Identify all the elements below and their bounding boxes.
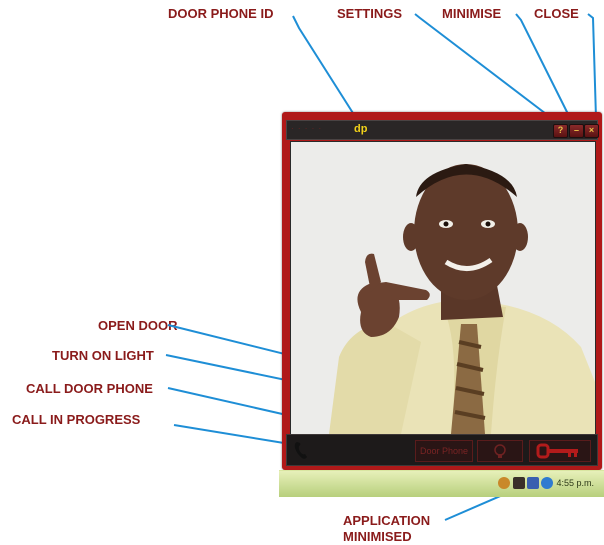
close-button[interactable]: ×: [584, 124, 599, 138]
line-settings: [414, 13, 555, 121]
callout-call-in-progress: CALL IN PROGRESS: [12, 412, 141, 427]
globe-tray-icon[interactable]: [541, 477, 553, 489]
phone-handset-icon: [294, 442, 307, 459]
callout-call-door-phone: CALL DOOR PHONE: [26, 381, 153, 396]
callout-open-door: OPEN DOOR: [98, 318, 178, 333]
door-phone-tray-icon[interactable]: [513, 477, 525, 489]
callout-settings: SETTINGS: [337, 6, 403, 21]
line-door-phone-id: [292, 15, 359, 122]
call-status-indicator[interactable]: [293, 440, 311, 460]
video-feed: [290, 141, 596, 435]
expand-tray-icon[interactable]: [498, 477, 510, 489]
turn-on-light-button[interactable]: [477, 440, 523, 462]
network-tray-icon[interactable]: [527, 477, 539, 489]
taskbar: 4:55 p.m.: [279, 470, 604, 497]
system-clock: 4:55 p.m.: [556, 478, 594, 488]
line-close: [587, 13, 597, 119]
open-door-button[interactable]: [529, 440, 591, 462]
control-bar: Door Phone: [286, 434, 598, 466]
callout-turn-on-light: TURN ON LIGHT: [52, 348, 154, 363]
brand-logo: · · · · ·: [291, 124, 323, 133]
callout-application-minimised-line1: APPLICATION: [343, 513, 431, 528]
key-icon: [536, 443, 578, 459]
callout-minimise: MINIMISE: [442, 6, 502, 21]
line-call-in-progress: [173, 424, 291, 445]
callout-close: CLOSE: [534, 6, 579, 21]
door-phone-window: · · · · · dp ? – × Door Phone: [282, 112, 602, 470]
minimise-icon: –: [573, 125, 579, 135]
title-bar[interactable]: · · · · · dp ? – ×: [286, 120, 599, 140]
close-icon: ×: [588, 125, 595, 135]
callout-application-minimised-line2: MINIMISED: [343, 529, 412, 544]
settings-icon: ?: [557, 125, 564, 135]
caller-video-image: [291, 142, 595, 434]
callout-door-phone-id: DOOR PHONE ID: [168, 6, 274, 21]
line-minimise: [515, 13, 571, 119]
minimise-button[interactable]: –: [569, 124, 584, 138]
settings-button[interactable]: ?: [553, 124, 568, 138]
call-door-phone-button[interactable]: Door Phone: [415, 440, 473, 462]
light-bulb-icon: [494, 444, 506, 458]
door-phone-id: dp: [354, 123, 368, 135]
